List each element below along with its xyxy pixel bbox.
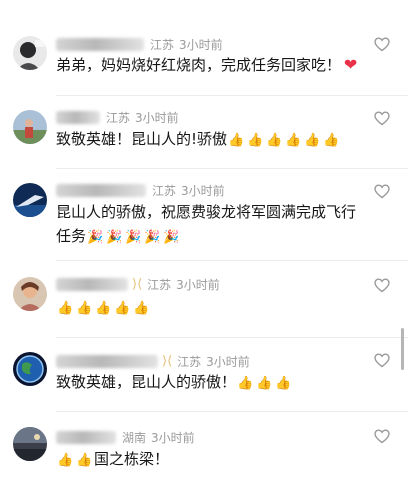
username-blurred[interactable] <box>56 37 144 51</box>
comment-text: 👍 👍 👍 👍 👍 <box>56 295 370 321</box>
username-blurred[interactable] <box>56 110 100 124</box>
comment-meta: 湖南 3小时前 <box>56 429 195 445</box>
divider <box>56 168 408 169</box>
thumbs-up-emoji: 👍 <box>247 133 264 148</box>
location-label: 湖南 <box>122 430 147 445</box>
thumbs-up-emoji: 👍 <box>266 133 283 148</box>
comment-text: 昆山人的骄傲，祝愿费骏龙将军圆满完成飞行任务🎉 🎉 🎉 🎉 🎉 <box>56 200 370 250</box>
divider <box>56 260 408 261</box>
divider <box>56 411 408 412</box>
thumbs-up-emoji: 👍 <box>76 301 93 316</box>
scrollbar[interactable] <box>401 328 404 370</box>
thumbs-up-emoji: 👍 <box>95 301 112 316</box>
timestamp: 3小时前 <box>135 110 179 125</box>
avatar[interactable] <box>13 36 47 70</box>
like-heart-icon[interactable] <box>374 429 390 444</box>
location-label: 江苏 <box>147 277 172 292</box>
comment-text: 弟弟，妈妈烧好红烧肉，完成任务回家吃！ ❤ <box>56 53 370 77</box>
location-label: 江苏 <box>177 354 202 369</box>
badge-icon: ⟩⟨ <box>162 353 173 369</box>
avatar[interactable] <box>13 110 47 144</box>
username-blurred[interactable] <box>56 183 146 197</box>
comment-text: 👍 👍国之栋梁！ <box>56 447 370 473</box>
location-label: 江苏 <box>106 110 131 125</box>
comment-text: 致敬英雄！昆山人的!骄傲👍 👍 👍 👍 👍 👍 <box>56 127 370 153</box>
party-popper-emoji: 🎉 <box>125 230 142 245</box>
like-heart-icon[interactable] <box>374 37 390 52</box>
thumbs-up-emoji: 👍 <box>256 376 273 391</box>
username-blurred[interactable] <box>56 277 128 291</box>
thumbs-up-emoji: 👍 <box>237 376 254 391</box>
comment-body: 致敬英雄，昆山人的骄傲！ <box>56 373 237 391</box>
thumbs-up-emoji: 👍 <box>57 301 74 316</box>
like-heart-icon[interactable] <box>374 278 390 293</box>
comment-body: 弟弟，妈妈烧好红烧肉，完成任务回家吃！ <box>56 56 342 74</box>
like-heart-icon[interactable] <box>374 353 390 368</box>
like-heart-icon[interactable] <box>374 184 390 199</box>
thumbs-up-emoji: 👍 <box>114 301 131 316</box>
comment-meta: ⟩⟨ 江苏 3小时前 <box>56 353 250 369</box>
thumbs-up-emoji: 👍 <box>76 453 93 468</box>
party-popper-emoji: 🎉 <box>87 230 104 245</box>
location-label: 江苏 <box>150 37 175 52</box>
red-heart-emoji: ❤ <box>343 55 358 74</box>
username-blurred[interactable] <box>56 430 116 444</box>
thumbs-up-emoji: 👍 <box>285 133 302 148</box>
avatar[interactable] <box>13 183 47 217</box>
comment-text: 致敬英雄，昆山人的骄傲！👍 👍 👍 <box>56 370 370 396</box>
thumbs-up-emoji: 👍 <box>228 133 245 148</box>
timestamp: 3小时前 <box>179 37 223 52</box>
timestamp: 3小时前 <box>176 277 220 292</box>
timestamp: 3小时前 <box>151 430 195 445</box>
comment-meta: 江苏 3小时前 <box>56 182 225 198</box>
thumbs-up-emoji: 👍 <box>275 376 292 391</box>
comment-meta: 江苏 3小时前 <box>56 109 179 125</box>
comment-meta: 江苏 3小时前 <box>56 36 223 52</box>
username-blurred[interactable] <box>56 354 158 368</box>
thumbs-up-emoji: 👍 <box>304 133 321 148</box>
party-popper-emoji: 🎉 <box>144 230 161 245</box>
avatar[interactable] <box>13 427 47 461</box>
party-popper-emoji: 🎉 <box>163 230 180 245</box>
timestamp: 3小时前 <box>181 183 225 198</box>
comment-body: 致敬英雄！昆山人的!骄傲 <box>56 130 228 148</box>
avatar[interactable] <box>13 277 47 311</box>
thumbs-up-emoji: 👍 <box>57 453 74 468</box>
divider <box>56 95 408 96</box>
comment-meta: ⟩⟨ 江苏 3小时前 <box>56 276 220 292</box>
like-heart-icon[interactable] <box>374 111 390 126</box>
comment-body: 国之栋梁！ <box>94 450 170 468</box>
badge-icon: ⟩⟨ <box>132 276 143 292</box>
thumbs-up-emoji: 👍 <box>133 301 150 316</box>
divider <box>56 337 408 338</box>
thumbs-up-emoji: 👍 <box>323 133 340 148</box>
timestamp: 3小时前 <box>206 354 250 369</box>
party-popper-emoji: 🎉 <box>106 230 123 245</box>
avatar[interactable] <box>13 352 47 386</box>
location-label: 江苏 <box>152 183 177 198</box>
